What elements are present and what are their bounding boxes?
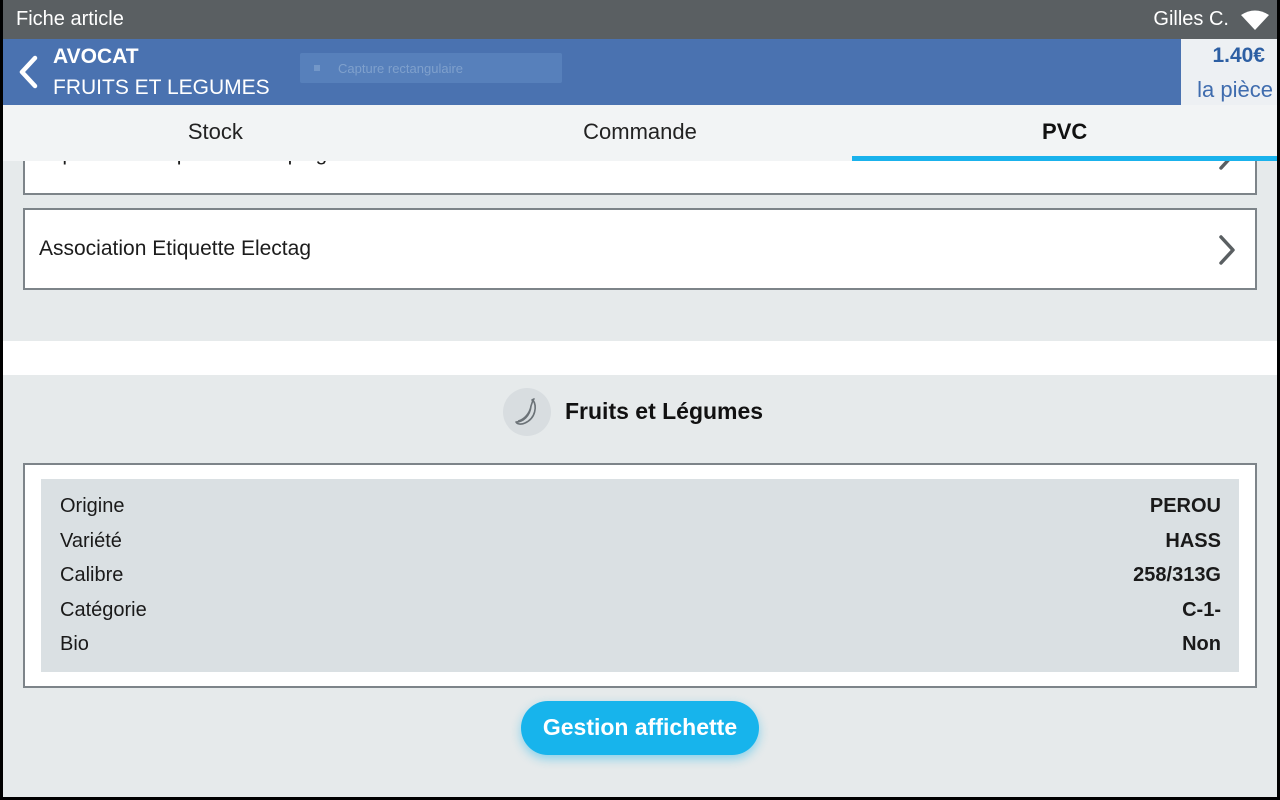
attributes-list: Origine PEROU Variété HASS Calibre 258/3… bbox=[41, 479, 1239, 672]
product-header: Capture rectangulaire AVOCAT FRUITS ET L… bbox=[3, 39, 1277, 105]
section-header: Fruits et Légumes bbox=[3, 388, 1277, 438]
chevron-left-icon[interactable] bbox=[17, 55, 39, 89]
tab-stock[interactable]: Stock bbox=[3, 105, 428, 161]
attribute-value: PEROU bbox=[1149, 495, 1221, 517]
product-family: FRUITS ET LEGUMES bbox=[53, 76, 270, 99]
tab-commande[interactable]: Commande bbox=[428, 105, 853, 161]
price-unit: la pièce bbox=[1197, 77, 1273, 102]
attribute-row: Bio Non bbox=[41, 629, 1239, 664]
ghost-capture-overlay: Capture rectangulaire bbox=[300, 53, 562, 83]
gestion-affichette-button[interactable]: Gestion affichette bbox=[521, 701, 759, 755]
product-name: AVOCAT bbox=[53, 45, 139, 68]
content-area[interactable]: Impression étiquettes marquage Associati… bbox=[3, 105, 1277, 797]
status-title: Fiche article bbox=[16, 8, 124, 30]
price-value: 1.40€ bbox=[1212, 44, 1265, 67]
attribute-row: Catégorie C-1- bbox=[41, 595, 1239, 630]
price-box: 1.40€ la pièce bbox=[1181, 39, 1277, 105]
banana-icon bbox=[503, 388, 551, 436]
status-bar: Fiche article Gilles C. bbox=[3, 0, 1277, 39]
tab-pvc[interactable]: PVC bbox=[852, 105, 1277, 161]
attribute-key: Catégorie bbox=[60, 598, 147, 621]
attribute-value: C-1- bbox=[1182, 598, 1221, 621]
attribute-row: Origine PEROU bbox=[41, 491, 1239, 526]
attribute-key: Calibre bbox=[60, 564, 124, 586]
attribute-key: Variété bbox=[60, 529, 122, 552]
tab-bar: Stock Commande PVC bbox=[3, 105, 1277, 161]
section-title: Fruits et Légumes bbox=[565, 398, 764, 424]
menu-row-label: Association Etiquette Electag bbox=[39, 237, 311, 260]
chevron-right-icon bbox=[1219, 235, 1235, 265]
attribute-row: Variété HASS bbox=[41, 526, 1239, 561]
attributes-card: Origine PEROU Variété HASS Calibre 258/3… bbox=[23, 463, 1257, 688]
wifi-icon bbox=[1241, 10, 1269, 30]
attribute-value: Non bbox=[1182, 633, 1221, 655]
user-name: Gilles C. bbox=[1153, 8, 1229, 30]
screen: Fiche article Gilles C. Capture rectangu… bbox=[3, 0, 1277, 797]
attribute-key: Bio bbox=[60, 633, 89, 655]
attribute-value: HASS bbox=[1165, 529, 1221, 552]
attribute-key: Origine bbox=[60, 495, 125, 517]
attribute-row: Calibre 258/313G bbox=[41, 560, 1239, 595]
attribute-value: 258/313G bbox=[1133, 564, 1221, 586]
menu-row-electag[interactable]: Association Etiquette Electag bbox=[23, 208, 1257, 290]
section-divider bbox=[3, 341, 1277, 375]
